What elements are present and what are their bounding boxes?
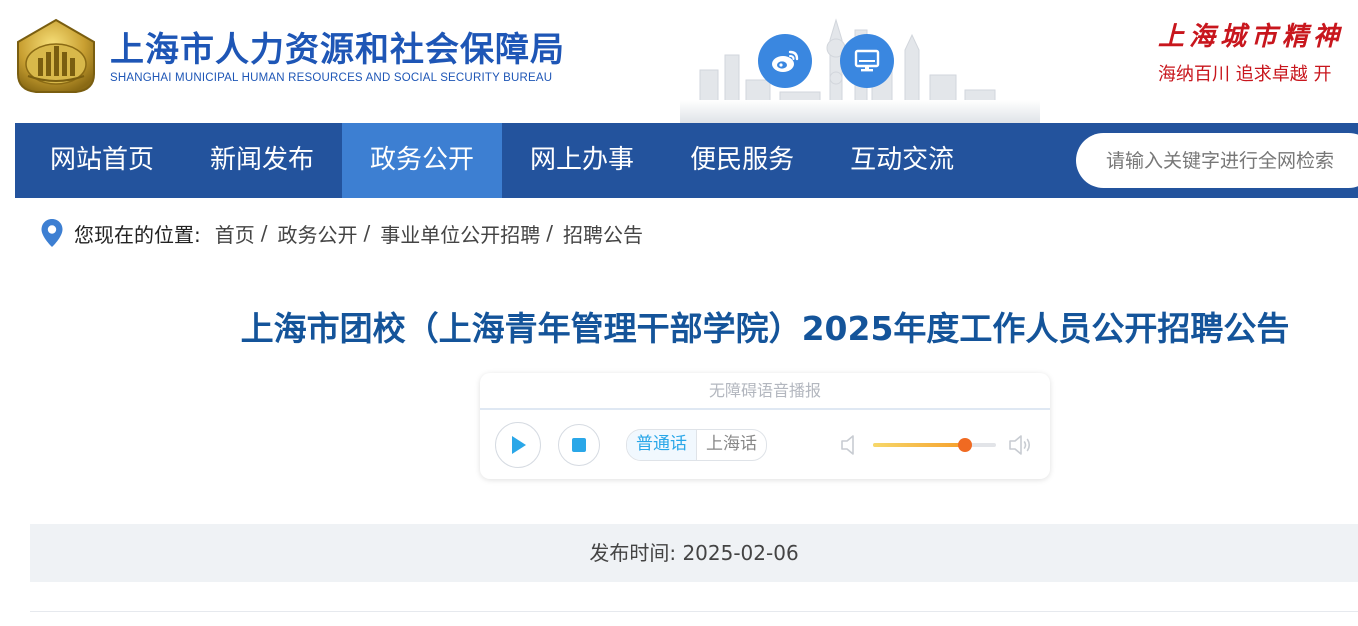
weibo-button[interactable]	[758, 34, 812, 88]
breadcrumb-recruitment[interactable]: 事业单位公开招聘	[380, 219, 540, 248]
weibo-icon	[772, 50, 799, 72]
play-icon	[512, 436, 526, 454]
publish-label: 发布时间:	[589, 541, 677, 565]
nav-item-interaction[interactable]: 互动交流	[822, 123, 982, 198]
breadcrumb-recruitment-notice[interactable]: 招聘公告	[563, 219, 643, 248]
desktop-version-button[interactable]	[840, 34, 894, 88]
nav-item-online-services[interactable]: 网上办事	[502, 123, 662, 198]
stop-button[interactable]	[558, 424, 600, 466]
volume-slider[interactable]	[873, 438, 996, 452]
volume-high-icon[interactable]	[1008, 433, 1034, 457]
site-title[interactable]: 上海市人力资源和社会保障局	[110, 22, 565, 71]
language-selector: 普通话 上海话	[626, 429, 767, 461]
location-pin-icon	[41, 219, 63, 247]
site-subtitle: SHANGHAI MUNICIPAL HUMAN RESOURCES AND S…	[110, 72, 553, 84]
municipal-emblem-icon[interactable]	[14, 18, 98, 94]
breadcrumb: 您现在的位置: 首页 / 政务公开 / 事业单位公开招聘 / 招聘公告	[40, 216, 643, 250]
publish-info-bar: 发布时间: 2025-02-06	[30, 524, 1358, 582]
search-input[interactable]	[1104, 148, 1358, 173]
desktop-icon	[854, 49, 880, 72]
publish-date: 2025-02-06	[682, 541, 799, 565]
accessibility-audio-player: 无障碍语音播报 普通话 上海话	[480, 373, 1050, 479]
site-header: 上海市人力资源和社会保障局 SHANGHAI MUNICIPAL HUMAN R…	[0, 0, 1358, 123]
stop-icon	[572, 438, 586, 452]
breadcrumb-separator: /	[260, 221, 268, 245]
nav-item-government-affairs[interactable]: 政务公开	[342, 123, 503, 198]
nav-item-news[interactable]: 新闻发布	[182, 123, 342, 198]
player-title: 无障碍语音播报	[480, 373, 1050, 410]
search-box	[1076, 133, 1358, 188]
breadcrumb-home[interactable]: 首页	[215, 219, 255, 248]
nav-item-convenience-services[interactable]: 便民服务	[662, 123, 822, 198]
volume-slider-handle[interactable]	[958, 438, 973, 452]
content-divider	[30, 611, 1358, 612]
volume-level	[873, 443, 966, 447]
breadcrumb-government-affairs[interactable]: 政务公开	[278, 219, 358, 248]
article-title: 上海市团校（上海青年管理干部学院）2025年度工作人员公开招聘公告	[240, 309, 1290, 348]
nav-item-home[interactable]: 网站首页	[15, 123, 182, 198]
language-shanghainese[interactable]: 上海话	[697, 430, 766, 460]
city-spirit-text: 海纳百川 追求卓越 开	[1158, 64, 1332, 85]
language-mandarin[interactable]: 普通话	[627, 430, 697, 460]
city-spirit-title: 上海城市精神	[1158, 22, 1345, 52]
breadcrumb-label: 您现在的位置:	[74, 222, 201, 247]
play-button[interactable]	[495, 422, 541, 468]
volume-low-icon[interactable]	[840, 433, 860, 457]
breadcrumb-separator: /	[546, 221, 553, 245]
breadcrumb-separator: /	[363, 221, 371, 245]
